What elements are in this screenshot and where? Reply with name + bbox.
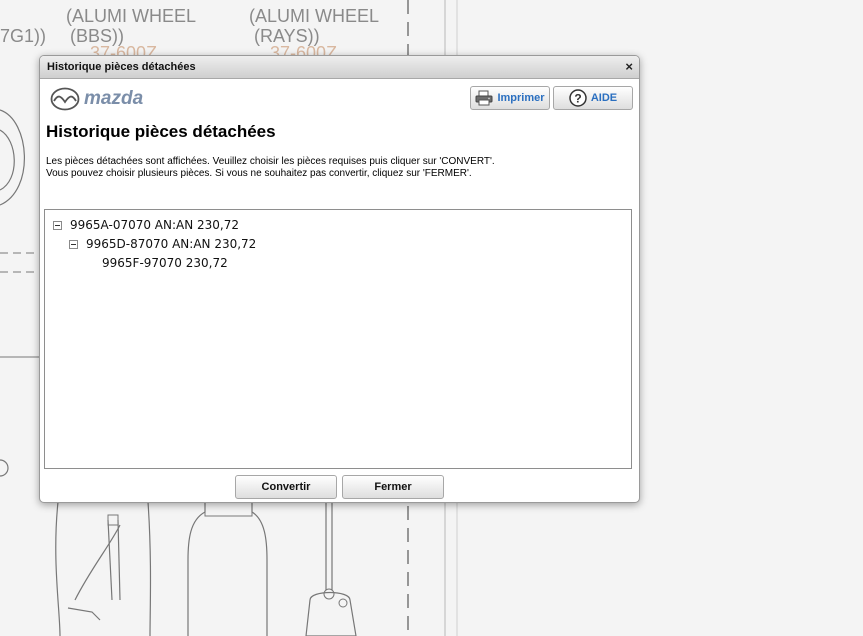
- tree-item[interactable]: 9965D-87070 AN:AN 230,72: [69, 237, 256, 251]
- bg-label-bbs-line1: (ALUMI WHEEL: [66, 6, 197, 26]
- dialog-title: Historique pièces détachées: [47, 61, 196, 73]
- help-icon: ?: [569, 89, 587, 107]
- convert-button[interactable]: Convertir: [235, 475, 337, 499]
- dialog-titlebar[interactable]: Historique pièces détachées ×: [40, 56, 639, 79]
- bg-label-left-cut: 7G1)): [0, 26, 47, 46]
- printer-icon: [475, 90, 493, 106]
- print-button-label: Imprimer: [497, 92, 545, 104]
- page-title: Historique pièces détachées: [46, 122, 276, 141]
- close-button-label: Fermer: [374, 481, 412, 493]
- svg-text:?: ?: [574, 92, 581, 106]
- help-button-label: AIDE: [590, 92, 618, 104]
- tree-item[interactable]: 9965F-97070 230,72: [102, 256, 228, 270]
- instructions-line-1: Les pièces détachées sont affichées. Veu…: [46, 156, 495, 167]
- tree-item[interactable]: 9965A-07070 AN:AN 230,72: [53, 218, 239, 232]
- close-button[interactable]: Fermer: [342, 475, 444, 499]
- instructions-text: Les pièces détachées sont affichées. Veu…: [46, 156, 495, 180]
- collapse-icon[interactable]: [53, 220, 62, 230]
- mazda-logo: mazda: [50, 86, 143, 112]
- parts-tree: 9965A-07070 AN:AN 230,72 9965D-87070 AN:…: [44, 209, 632, 469]
- instructions-line-2: Vous pouvez choisir plusieurs pièces. Si…: [46, 168, 472, 179]
- parts-history-dialog: Historique pièces détachées × mazda Impr…: [39, 55, 640, 503]
- tree-item-label[interactable]: 9965D-87070 AN:AN 230,72: [86, 237, 256, 251]
- mazda-wordmark: mazda: [84, 88, 144, 109]
- print-button[interactable]: Imprimer: [470, 86, 550, 110]
- bg-label-rays-line1: (ALUMI WHEEL: [249, 6, 380, 26]
- mazda-logo-icon: [50, 87, 80, 111]
- convert-button-label: Convertir: [261, 481, 311, 493]
- close-icon[interactable]: ×: [625, 59, 633, 74]
- tree-item-label[interactable]: 9965F-97070 230,72: [102, 256, 228, 270]
- help-button[interactable]: ? AIDE: [553, 86, 633, 110]
- tree-item-label[interactable]: 9965A-07070 AN:AN 230,72: [70, 218, 239, 232]
- collapse-icon[interactable]: [69, 239, 78, 249]
